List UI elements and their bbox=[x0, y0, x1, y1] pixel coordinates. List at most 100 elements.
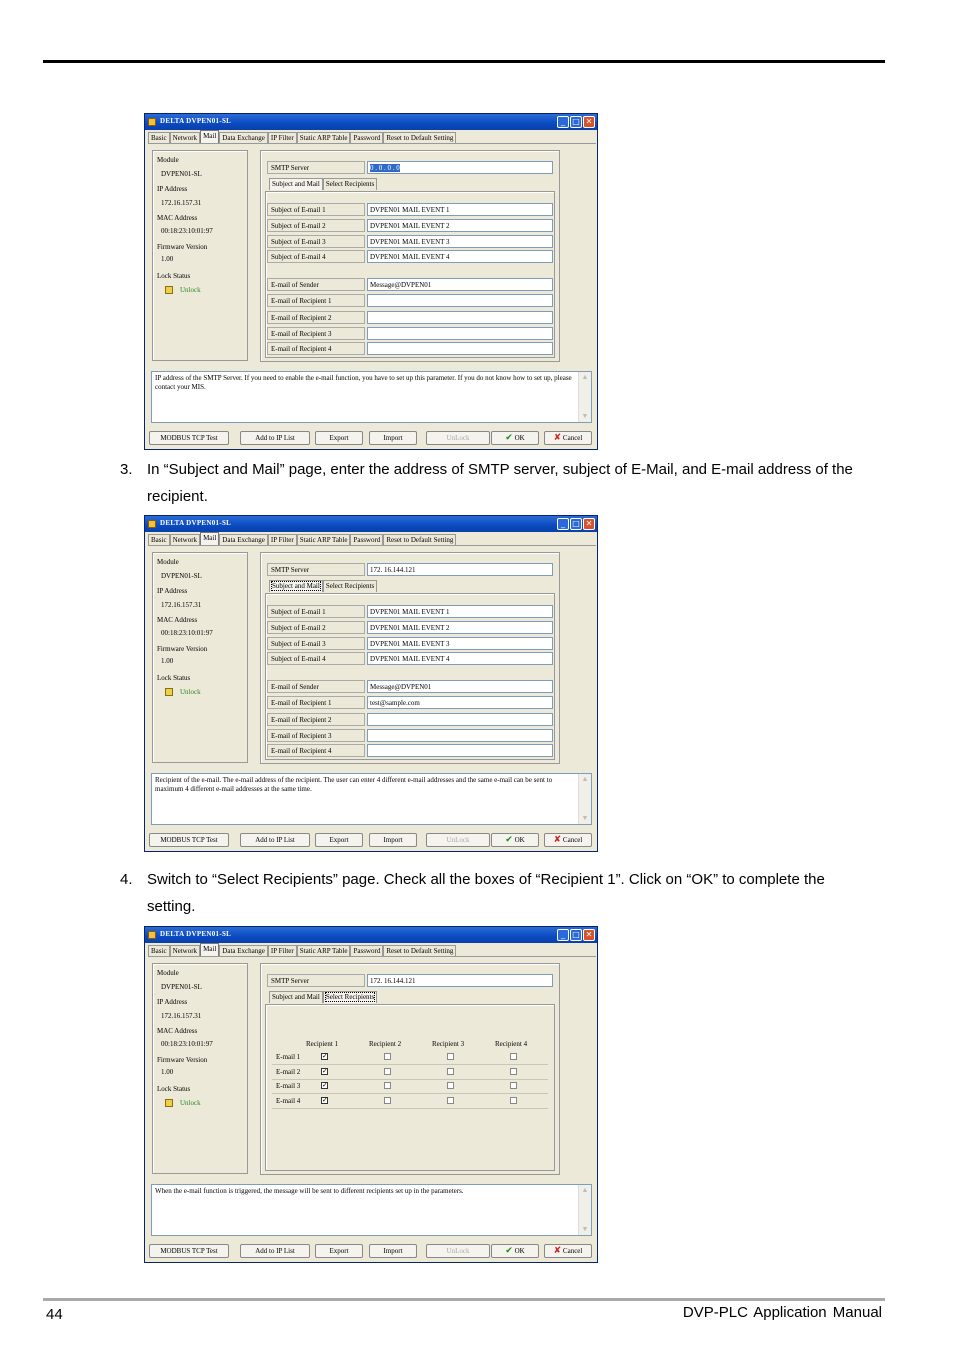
recipient-input-3[interactable] bbox=[367, 729, 553, 742]
checkbox-email1-recipient2[interactable] bbox=[384, 1053, 391, 1060]
recipient-input-1[interactable]: test@sample.com bbox=[367, 696, 553, 709]
checkmark-icon: ✔ bbox=[505, 433, 513, 443]
smtp-server-input[interactable]: 172. 16.144.121 bbox=[367, 974, 553, 987]
recipient-input-4[interactable] bbox=[367, 342, 553, 355]
subtab-subject-and-mail[interactable]: Subject and Mail bbox=[269, 991, 323, 1003]
title-bar[interactable]: DELTA DVPEN01-SL _ □ ✕ bbox=[145, 927, 597, 943]
title-bar[interactable]: DELTA DVPEN01-SL _ □ ✕ bbox=[145, 516, 597, 532]
import-button[interactable]: Import bbox=[369, 431, 417, 445]
cancel-button[interactable]: ✘ Cancel bbox=[544, 1244, 592, 1258]
subject-input-3[interactable]: DVPEN01 MAIL EVENT 3 bbox=[367, 637, 553, 650]
recipient-label: E-mail of Recipient 4 bbox=[267, 744, 365, 757]
subject-input-4[interactable]: DVPEN01 MAIL EVENT 4 bbox=[367, 250, 553, 263]
mac-value: 00:18:23:10:01:97 bbox=[161, 629, 213, 637]
lock-icon bbox=[165, 286, 173, 294]
cancel-button[interactable]: ✘ Cancel bbox=[544, 833, 592, 847]
export-button[interactable]: Export bbox=[315, 833, 363, 847]
checkbox-email2-recipient2[interactable] bbox=[384, 1067, 391, 1075]
checkbox-email2-recipient4[interactable] bbox=[510, 1067, 517, 1075]
recipient-input-1[interactable] bbox=[367, 294, 553, 307]
checkbox-email4-recipient3[interactable] bbox=[447, 1096, 454, 1104]
subject-input-2[interactable]: DVPEN01 MAIL EVENT 2 bbox=[367, 219, 553, 232]
subtab-select-recipients[interactable]: Select Recipients bbox=[322, 991, 378, 1003]
checkbox-email4-recipient2[interactable] bbox=[384, 1096, 391, 1104]
step-text: In “Subject and Mail” page, enter the ad… bbox=[147, 461, 853, 505]
checkbox-email3-recipient4[interactable] bbox=[510, 1082, 517, 1089]
smtp-server-input[interactable]: 0 . 0 . 0 . 0 bbox=[367, 161, 553, 174]
grid-header-recipient-1: Recipient 1 bbox=[306, 1040, 339, 1048]
ok-button[interactable]: ✔ OK bbox=[491, 431, 539, 445]
smtp-server-input[interactable]: 172. 16.144.121 bbox=[367, 563, 553, 576]
recipient-input-2[interactable] bbox=[367, 713, 553, 726]
tab-mail[interactable]: Mail bbox=[200, 532, 220, 546]
ok-button[interactable]: ✔ OK bbox=[491, 833, 539, 847]
scroll-down-icon[interactable]: ▼ bbox=[579, 814, 591, 823]
checkbox-email3-recipient3[interactable] bbox=[447, 1082, 454, 1089]
minimize-icon[interactable]: _ bbox=[557, 929, 569, 941]
maximize-icon[interactable]: □ bbox=[570, 929, 582, 941]
checkbox-email4-recipient1[interactable]: ✓ bbox=[321, 1096, 328, 1104]
mail-settings-group: SMTP Server 172. 16.144.121 Subject and … bbox=[260, 963, 560, 1175]
cancel-button[interactable]: ✘ Cancel bbox=[544, 431, 592, 445]
export-button[interactable]: Export bbox=[315, 431, 363, 445]
description-scrollbar[interactable]: ▲ ▼ bbox=[578, 774, 591, 824]
close-icon[interactable]: ✕ bbox=[583, 518, 595, 530]
firmware-value: 1.00 bbox=[161, 1068, 174, 1076]
maximize-icon[interactable]: □ bbox=[570, 518, 582, 530]
subtab-subject-and-mail[interactable]: Subject and Mail bbox=[269, 580, 323, 592]
maximize-icon[interactable]: □ bbox=[570, 116, 582, 128]
checkbox-email2-recipient1[interactable]: ✓ bbox=[321, 1067, 328, 1075]
recipient-input-2[interactable] bbox=[367, 311, 553, 324]
import-button[interactable]: Import bbox=[369, 1244, 417, 1258]
sender-input[interactable]: Message@DVPEN01 bbox=[367, 278, 553, 291]
subtab-select-recipients[interactable]: Select Recipients bbox=[322, 580, 378, 592]
subject-input-1[interactable]: DVPEN01 MAIL EVENT 1 bbox=[367, 203, 553, 216]
firmware-value: 1.00 bbox=[161, 657, 174, 665]
modbus-test-button[interactable]: MODBUS TCP Test bbox=[149, 833, 229, 847]
module-label: Module bbox=[157, 156, 179, 164]
unlock-button[interactable]: UnLock bbox=[426, 833, 490, 847]
modbus-test-button[interactable]: MODBUS TCP Test bbox=[149, 1244, 229, 1258]
checkbox-email1-recipient1[interactable]: ✓ bbox=[321, 1053, 328, 1060]
modbus-test-button[interactable]: MODBUS TCP Test bbox=[149, 431, 229, 445]
checkbox-email3-recipient1[interactable]: ✓ bbox=[321, 1082, 328, 1089]
unlock-button[interactable]: UnLock bbox=[426, 1244, 490, 1258]
title-bar[interactable]: DELTA DVPEN01-SL _ □ ✕ bbox=[145, 114, 597, 130]
scroll-up-icon[interactable]: ▲ bbox=[579, 1186, 591, 1195]
minimize-icon[interactable]: _ bbox=[557, 116, 569, 128]
subject-input-4[interactable]: DVPEN01 MAIL EVENT 4 bbox=[367, 652, 553, 665]
scroll-down-icon[interactable]: ▼ bbox=[579, 412, 591, 421]
checkbox-email4-recipient4[interactable] bbox=[510, 1096, 517, 1104]
description-scrollbar[interactable]: ▲ ▼ bbox=[578, 1185, 591, 1235]
recipient-input-3[interactable] bbox=[367, 327, 553, 340]
close-icon[interactable]: ✕ bbox=[583, 929, 595, 941]
unlock-button[interactable]: UnLock bbox=[426, 431, 490, 445]
smtp-server-value: 0 . 0 . 0 . 0 bbox=[370, 164, 400, 172]
subject-input-2[interactable]: DVPEN01 MAIL EVENT 2 bbox=[367, 621, 553, 634]
recipient-input-4[interactable] bbox=[367, 744, 553, 757]
add-to-ip-list-button[interactable]: Add to IP List bbox=[240, 431, 310, 445]
scroll-up-icon[interactable]: ▲ bbox=[579, 775, 591, 784]
minimize-icon[interactable]: _ bbox=[557, 518, 569, 530]
subtab-select-recipients[interactable]: Select Recipients bbox=[322, 178, 378, 190]
add-to-ip-list-button[interactable]: Add to IP List bbox=[240, 1244, 310, 1258]
checkbox-email3-recipient2[interactable] bbox=[384, 1082, 391, 1089]
sender-input[interactable]: Message@DVPEN01 bbox=[367, 680, 553, 693]
tab-mail[interactable]: Mail bbox=[200, 130, 220, 144]
description-scrollbar[interactable]: ▲ ▼ bbox=[578, 372, 591, 422]
grid-header-recipient-4: Recipient 4 bbox=[495, 1040, 528, 1048]
import-button[interactable]: Import bbox=[369, 833, 417, 847]
checkbox-email1-recipient4[interactable] bbox=[510, 1053, 517, 1060]
subject-input-3[interactable]: DVPEN01 MAIL EVENT 3 bbox=[367, 235, 553, 248]
checkbox-email1-recipient3[interactable] bbox=[447, 1053, 454, 1060]
scroll-up-icon[interactable]: ▲ bbox=[579, 373, 591, 382]
close-icon[interactable]: ✕ bbox=[583, 116, 595, 128]
checkbox-email2-recipient3[interactable] bbox=[447, 1067, 454, 1075]
subject-input-1[interactable]: DVPEN01 MAIL EVENT 1 bbox=[367, 605, 553, 618]
export-button[interactable]: Export bbox=[315, 1244, 363, 1258]
tab-mail[interactable]: Mail bbox=[200, 943, 220, 957]
add-to-ip-list-button[interactable]: Add to IP List bbox=[240, 833, 310, 847]
scroll-down-icon[interactable]: ▼ bbox=[579, 1225, 591, 1234]
ok-button[interactable]: ✔ OK bbox=[491, 1244, 539, 1258]
subtab-subject-and-mail[interactable]: Subject and Mail bbox=[269, 178, 323, 190]
